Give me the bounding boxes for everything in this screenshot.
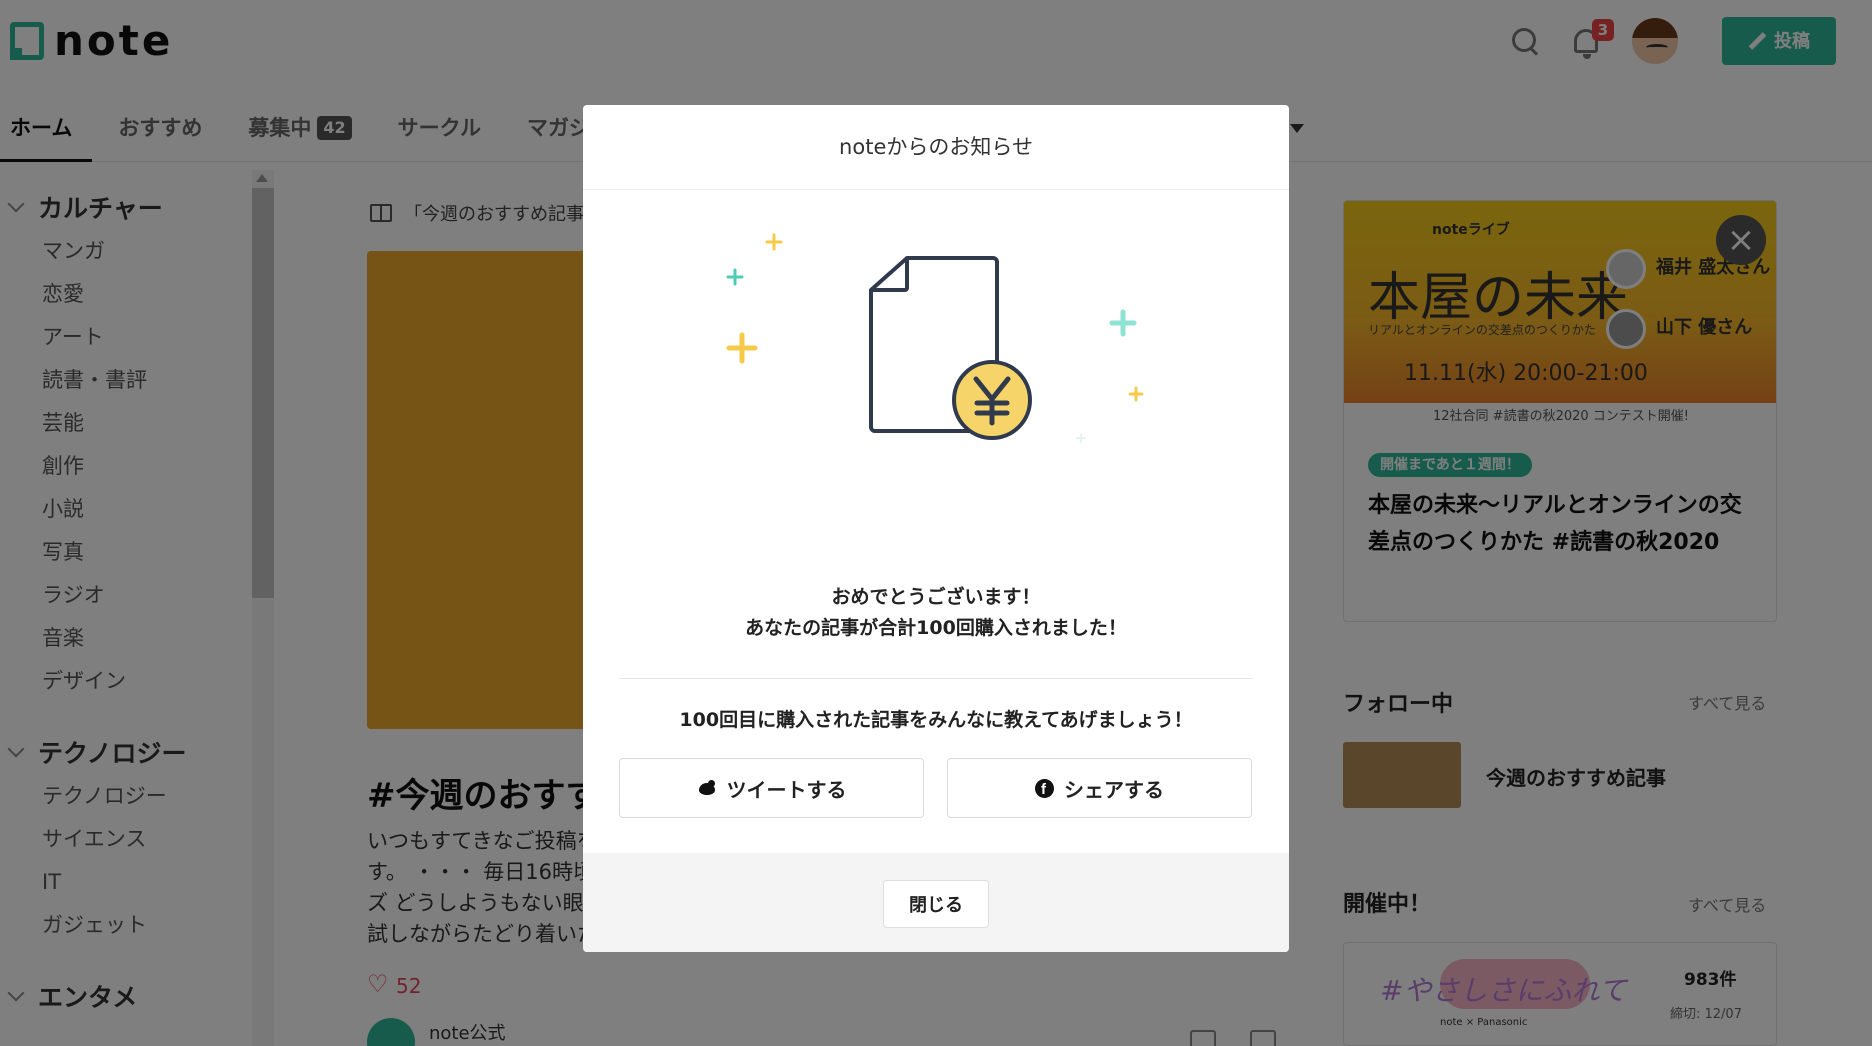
sparkle-icon bbox=[726, 268, 744, 286]
tweet-button[interactable]: ツイートする bbox=[619, 758, 924, 818]
notice-dialog: noteからのお知らせ おめでとうございます！ あなたの記事が合計100回購入さ… bbox=[583, 105, 1289, 952]
divider bbox=[619, 678, 1253, 679]
purchase-milestone-illustration bbox=[726, 233, 1144, 443]
yen-coin-icon bbox=[952, 360, 1032, 440]
sparkle-icon bbox=[1109, 309, 1137, 337]
message-line: あなたの記事が合計100回購入されました！ bbox=[745, 617, 1127, 639]
tweet-button-label: ツイートする bbox=[726, 779, 847, 802]
dialog-title: noteからのお知らせ bbox=[583, 105, 1289, 190]
message-line: おめでとうございます！ bbox=[831, 586, 1041, 608]
share-prompt: 100回目に購入された記事をみんなに教えてあげましょう！ bbox=[679, 709, 1193, 731]
sparkle-icon bbox=[1128, 386, 1144, 402]
facebook-icon bbox=[1035, 778, 1054, 799]
twitter-icon bbox=[697, 779, 717, 797]
share-button-label: シェアする bbox=[1064, 779, 1164, 802]
sparkle-icon bbox=[1076, 433, 1086, 443]
sparkle-icon bbox=[726, 332, 758, 364]
sparkle-icon bbox=[765, 233, 783, 251]
facebook-share-button[interactable]: シェアする bbox=[947, 758, 1252, 818]
close-button[interactable]: 閉じる bbox=[883, 880, 989, 928]
congrats-message: おめでとうございます！ あなたの記事が合計100回購入されました！ bbox=[583, 582, 1289, 644]
